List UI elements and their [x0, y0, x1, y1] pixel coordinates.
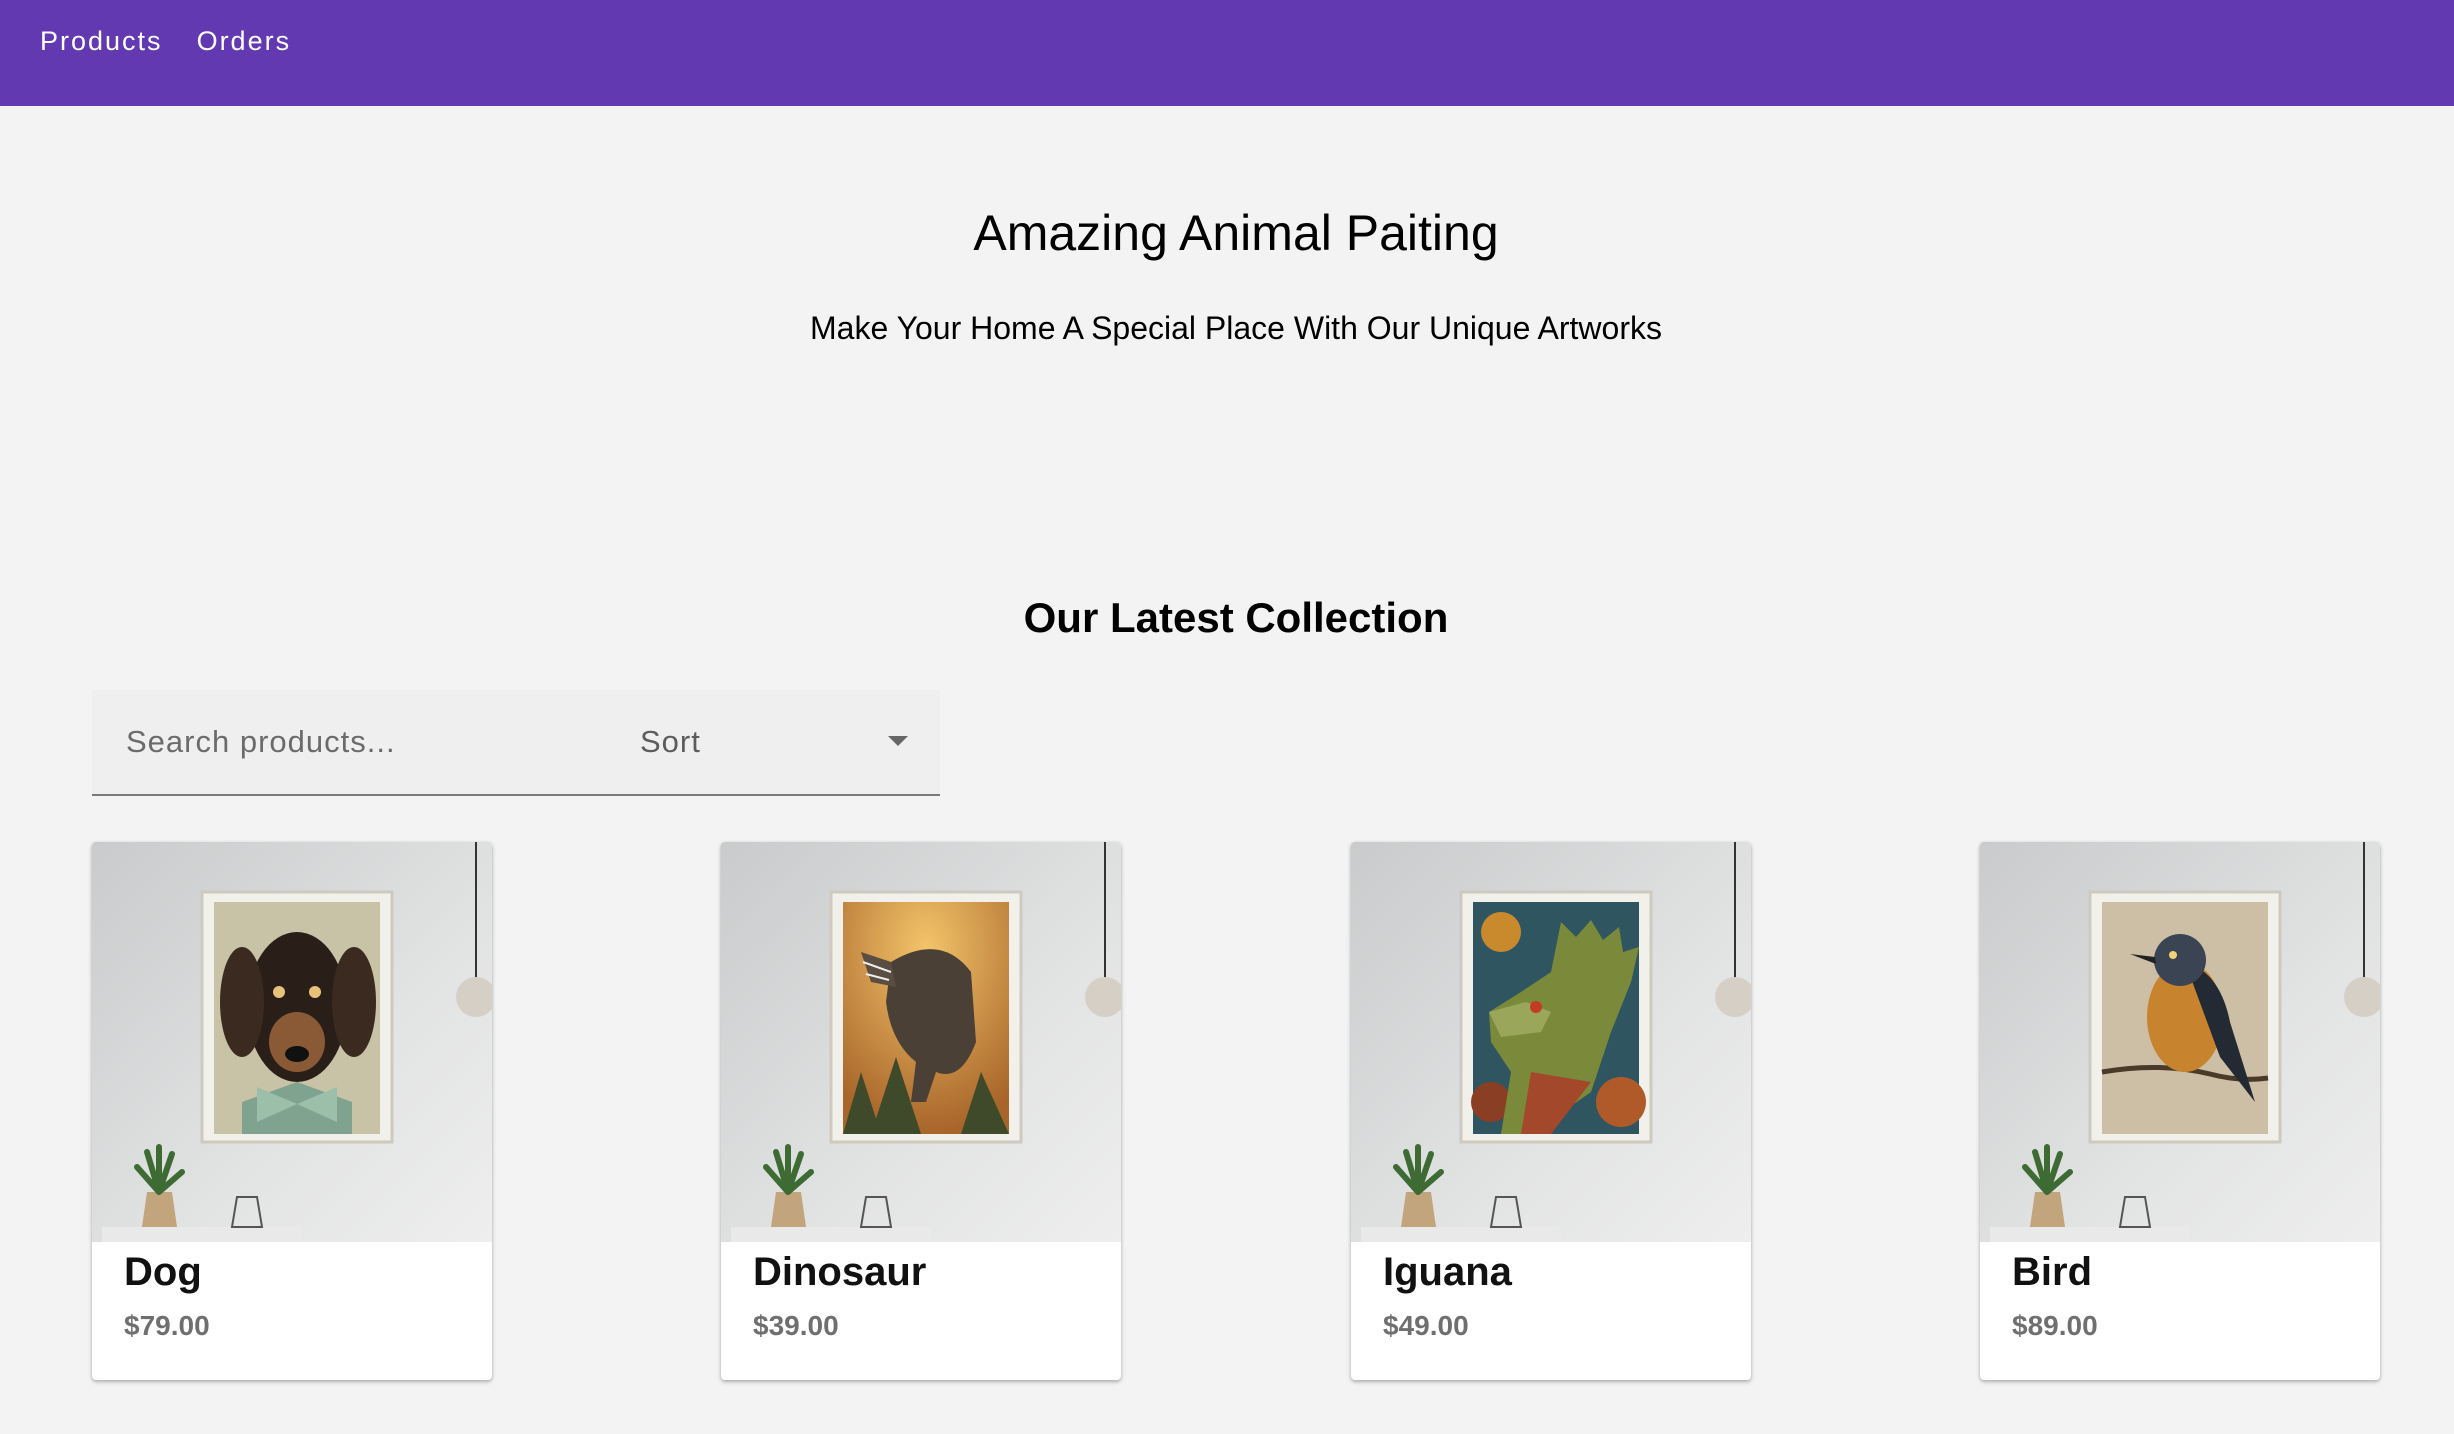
search-input[interactable] — [124, 723, 528, 761]
t-rex-painting-image — [721, 842, 1121, 1242]
product-card-dog[interactable]: Dog $79.00 — [92, 842, 492, 1380]
sort-label: Sort — [640, 724, 701, 759]
top-nav: Products Orders — [0, 0, 291, 106]
product-card-iguana[interactable]: Iguana $49.00 — [1351, 842, 1751, 1380]
product-name: Dog — [124, 1250, 202, 1294]
product-card-dinosaur[interactable]: Dinosaur $39.00 — [721, 842, 1121, 1380]
product-price: $39.00 — [753, 1310, 839, 1341]
hero-subtitle: Make Your Home A Special Place With Our … — [810, 310, 1662, 346]
hero-title: Amazing Animal Paiting — [973, 205, 1499, 261]
bird-painting-image — [1980, 842, 2380, 1242]
product-name: Dinosaur — [753, 1250, 927, 1294]
sort-select[interactable]: Sort — [548, 690, 940, 794]
collection-title: Our Latest Collection — [1023, 594, 1449, 641]
product-name: Iguana — [1383, 1250, 1512, 1294]
chevron-down-icon — [888, 736, 908, 746]
product-price: $79.00 — [124, 1310, 210, 1341]
product-price: $89.00 — [2012, 1310, 2098, 1341]
nav-orders-link[interactable]: Orders — [197, 26, 292, 79]
iguana-painting-image — [1351, 842, 1751, 1242]
nav-products-link[interactable]: Products — [40, 26, 163, 79]
filter-bar: Sort — [92, 690, 940, 796]
product-price: $49.00 — [1383, 1310, 1469, 1341]
app-bar: Products Orders — [0, 0, 2454, 106]
product-card-bird[interactable]: Bird $89.00 — [1980, 842, 2380, 1380]
dachshund-painting-image — [92, 842, 492, 1242]
product-name: Bird — [2012, 1250, 2092, 1294]
